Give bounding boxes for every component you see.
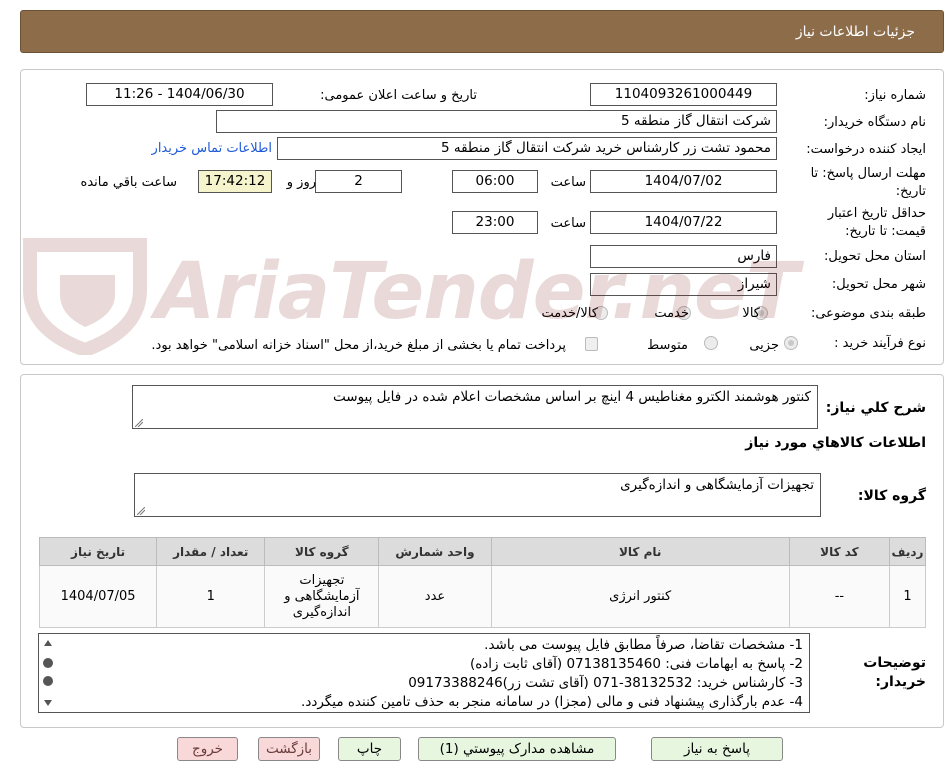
city-label: شهر محل تحویل: (831, 277, 926, 292)
goods-info-title: اطلاعات کالاهاي مورد نیاز (745, 435, 926, 451)
validity-label-line2: قیمت: تا تاریخ: (845, 224, 926, 239)
table-row[interactable]: 1 -- کنتور انرژی عدد تجهیزات آزمایشگاهی … (38, 565, 927, 628)
scroll-track-dot-icon (43, 676, 53, 686)
col-date-header: تاریخ نیاز (38, 537, 158, 566)
col-group-header: گروه کالا (264, 537, 380, 566)
remaining-time-field: 17:42:12 (198, 170, 272, 193)
need-details-panel: شرح کلي نیاز: کنتور هوشمند الکترو مغناطی… (20, 374, 944, 728)
col-unit-header: واحد شمارش (378, 537, 492, 566)
buyer-org-label: نام دستگاه خریدار: (823, 115, 926, 130)
col-qty-header: تعداد / مقدار (156, 537, 266, 566)
treasury-payment-checkbox[interactable] (585, 337, 598, 351)
creator-field[interactable]: محمود تشت زر کارشناس خرید شرکت انتقال گا… (277, 137, 777, 160)
buyer-notes-label-line2: خریدار: (875, 674, 926, 690)
buyer-note-line: 3- کارشناس خرید: 38132532-071 (آقای تشت … (408, 675, 803, 691)
buyer-notes-textarea[interactable]: 1- مشخصات تقاضا، صرفاً مطابق فایل پیوست … (38, 633, 810, 713)
treasury-payment-label: پرداخت تمام یا بخشی از مبلغ خرید،از محل … (151, 338, 566, 353)
goods-table-header: ردیف کد کالا نام کالا واحد شمارش گروه کا… (38, 537, 927, 566)
back-button[interactable]: بازگشت (258, 737, 320, 761)
cell-name: کنتور انرژی (490, 565, 790, 628)
announce-label: تاریخ و ساعت اعلان عمومی: (320, 88, 477, 103)
process-medium-label: متوسط (647, 338, 688, 353)
process-medium-radio[interactable] (704, 336, 718, 350)
cell-date: 1404/07/05 (38, 565, 158, 628)
deadline-time-label: ساعت (550, 175, 586, 190)
cell-row: 1 (888, 565, 927, 628)
process-minor-label: جزیی (749, 338, 779, 353)
notes-scrollbar[interactable] (39, 634, 57, 712)
request-info-panel: شماره نیاز: 1104093261000449 تاریخ و ساع… (20, 69, 944, 365)
scroll-thumb[interactable] (43, 658, 53, 668)
cell-group: تجهیزات آزمایشگاهی و اندازه‌گیری (264, 565, 380, 628)
need-number-label: شماره نیاز: (864, 88, 926, 103)
remaining-time-label: ساعت باقي مانده (80, 175, 177, 190)
goods-group-label: گروه کالا: (857, 488, 926, 504)
print-button[interactable]: چاپ (338, 737, 401, 761)
validity-date-field[interactable]: 1404/07/22 (590, 211, 777, 234)
resize-handle-icon[interactable] (137, 507, 145, 515)
need-number-field[interactable]: 1104093261000449 (590, 83, 777, 106)
resize-handle-icon[interactable] (135, 419, 143, 427)
city-field[interactable]: شیراز (590, 273, 777, 296)
buyer-contact-link[interactable]: اطلاعات تماس خریدار (152, 141, 272, 156)
cell-qty: 1 (156, 565, 266, 628)
summary-textarea[interactable]: کنتور هوشمند الکترو مغناطیس 4 اینچ بر اس… (132, 385, 818, 429)
creator-label: ایجاد کننده درخواست: (806, 142, 926, 157)
buyer-note-line: 4- عدم بارگذاری پیشنهاد فنی و مالی (مجزا… (301, 694, 803, 710)
category-service-label: خدمت (654, 306, 689, 321)
category-label: طبقه بندی موضوعی: (810, 306, 926, 321)
cell-code: -- (788, 565, 890, 628)
validity-time-field[interactable]: 23:00 (452, 211, 538, 234)
page-header: جزئیات اطلاعات نیاز (20, 10, 944, 53)
goods-group-textarea[interactable]: تجهیزات آزمایشگاهی و اندازه‌گیری (134, 473, 821, 517)
goods-table: ردیف کد کالا نام کالا واحد شمارش گروه کا… (38, 537, 927, 628)
col-code-header: کد کالا (788, 537, 890, 566)
view-attachments-button[interactable]: مشاهده مدارک پیوستي (1) (418, 737, 616, 761)
process-minor-radio[interactable] (784, 336, 798, 350)
days-remaining-field[interactable]: 2 (315, 170, 402, 193)
col-name-header: نام کالا (490, 537, 790, 566)
days-label: روز و (286, 175, 316, 190)
province-field[interactable]: فارس (590, 245, 777, 268)
page-title: جزئیات اطلاعات نیاز (795, 24, 915, 40)
category-goods-service-label: کالا/خدمت (541, 306, 598, 321)
validity-label-line1: حداقل تاریخ اعتبار (827, 206, 926, 221)
col-row-header: ردیف (888, 537, 927, 566)
validity-time-label: ساعت (550, 216, 586, 231)
scroll-up-icon[interactable] (44, 640, 52, 646)
buyer-note-line: 2- پاسخ به ابهامات فنی: 07138135460 (آقا… (469, 656, 803, 672)
buyer-org-field[interactable]: شرکت انتقال گاز منطقه 5 (216, 110, 777, 133)
summary-text: کنتور هوشمند الکترو مغناطیس 4 اینچ بر اس… (333, 389, 811, 405)
exit-button[interactable]: خروج (177, 737, 238, 761)
province-label: استان محل تحویل: (824, 249, 926, 264)
process-label: نوع فرآیند خرید : (834, 336, 926, 351)
deadline-date-field[interactable]: 1404/07/02 (590, 170, 777, 193)
deadline-time-field[interactable]: 06:00 (452, 170, 538, 193)
deadline-label-line2: تاریخ: (895, 184, 926, 199)
deadline-label-line1: مهلت ارسال پاسخ: تا (810, 166, 926, 181)
scroll-down-icon[interactable] (44, 700, 52, 706)
category-goods-label: کالا (742, 306, 760, 321)
cell-unit: عدد (378, 565, 492, 628)
buyer-notes-label-line1: توضیحات (863, 655, 926, 671)
goods-group-text: تجهیزات آزمایشگاهی و اندازه‌گیری (620, 477, 814, 493)
summary-label: شرح کلي نیاز: (825, 400, 926, 416)
announce-datetime-field[interactable]: 1404/06/30 - 11:26 (86, 83, 273, 106)
buyer-note-line: 1- مشخصات تقاضا، صرفاً مطابق فایل پیوست … (484, 637, 803, 653)
reply-button[interactable]: پاسخ به نیاز (651, 737, 783, 761)
